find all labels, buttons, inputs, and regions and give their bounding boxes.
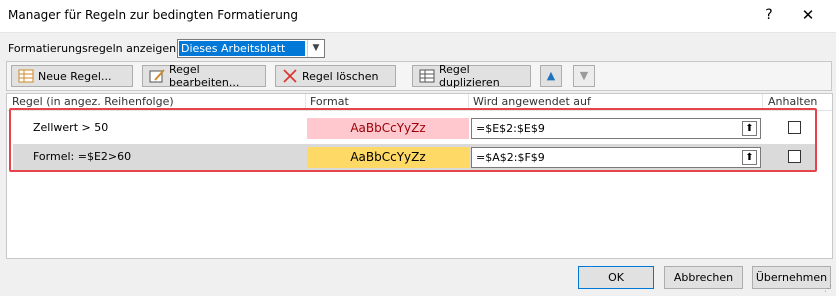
cancel-button[interactable]: Abbrechen: [664, 266, 743, 289]
new-rule-icon: [18, 69, 34, 83]
chevron-down-icon[interactable]: ▼: [307, 40, 324, 57]
help-button[interactable]: ?: [755, 3, 783, 27]
new-rule-label: Neue Regel...: [38, 69, 112, 83]
new-rule-button[interactable]: Neue Regel...: [11, 65, 133, 87]
show-rules-selected: Dieses Arbeitsblatt: [179, 41, 305, 56]
resize-grip-icon[interactable]: ⋰: [824, 284, 834, 294]
edit-rule-icon: [149, 69, 165, 83]
column-header-stop: Anhalten: [768, 95, 818, 108]
delete-icon: [282, 69, 298, 83]
move-down-button[interactable]: ▼: [573, 65, 595, 87]
title-bar: Manager für Regeln zur bedingten Formati…: [0, 0, 836, 33]
column-header-rule: Regel (in angez. Reihenfolge): [12, 95, 174, 108]
ok-button[interactable]: OK: [578, 266, 654, 289]
duplicate-icon: [419, 69, 435, 83]
rules-toolbar: Neue Regel... Regel bearbeiten... Regel …: [6, 61, 832, 91]
show-rules-dropdown[interactable]: Dieses Arbeitsblatt ▼: [177, 39, 325, 58]
column-header-applies-to: Wird angewendet auf: [473, 95, 591, 108]
window-title: Manager für Regeln zur bedingten Formati…: [8, 8, 299, 22]
delete-rule-label: Regel löschen: [302, 69, 379, 83]
show-rules-label: Formatierungsregeln anzeigen für:: [8, 42, 199, 55]
move-up-button[interactable]: ▲: [540, 65, 562, 87]
highlight-annotation: [9, 108, 817, 172]
duplicate-rule-label: Regel duplizieren: [439, 63, 500, 89]
edit-rule-label: Regel bearbeiten...: [169, 63, 240, 89]
edit-rule-button[interactable]: Regel bearbeiten...: [142, 63, 266, 89]
delete-rule-button[interactable]: Regel löschen: [275, 65, 396, 87]
close-button[interactable]: ✕: [790, 3, 826, 27]
apply-button[interactable]: Übernehmen: [752, 266, 831, 289]
duplicate-rule-button[interactable]: Regel duplizieren: [412, 63, 531, 89]
column-header-format: Format: [310, 95, 349, 108]
